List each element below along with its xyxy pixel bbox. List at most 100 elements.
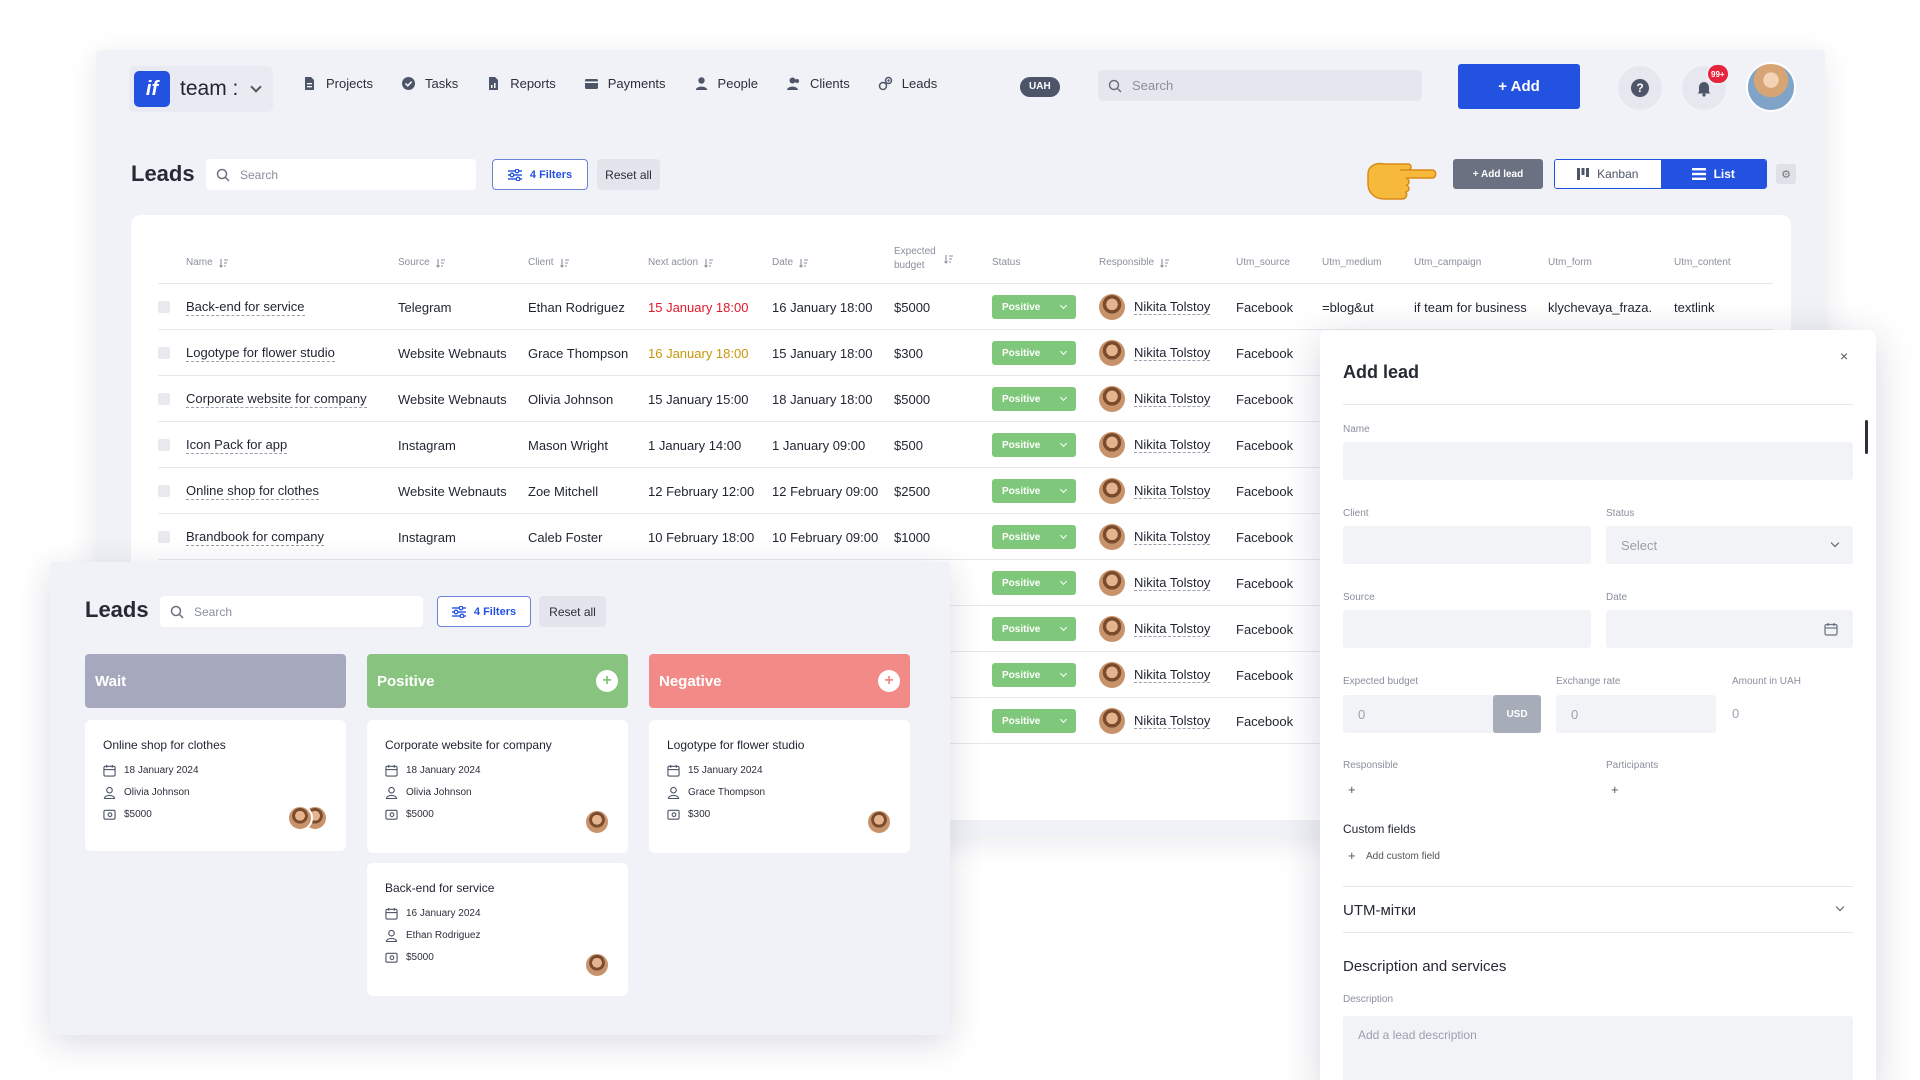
status-dropdown[interactable]: Positive <box>992 341 1076 365</box>
kanban-reset-button[interactable]: Reset all <box>539 596 606 627</box>
row-checkbox[interactable] <box>158 439 170 451</box>
responsible-name[interactable]: Nikita Tolstoy <box>1134 299 1211 315</box>
nav-item-reports[interactable]: Reports <box>486 76 556 91</box>
gear-icon[interactable]: ⚙ <box>1776 164 1796 184</box>
kanban-card[interactable]: Online shop for clothes 18 January 2024 Ol… <box>85 720 346 851</box>
cell-status: Positive <box>992 652 1076 698</box>
add-participant-icon[interactable]: + <box>1611 782 1619 797</box>
row-checkbox[interactable] <box>158 301 170 313</box>
nav-item-projects[interactable]: Projects <box>302 76 373 91</box>
workspace-switcher[interactable]: if team : <box>129 66 273 112</box>
column-header-responsible[interactable]: Responsible <box>1099 257 1170 268</box>
nav-item-clients[interactable]: Clients <box>786 76 850 91</box>
add-card-plus-icon[interactable]: + <box>596 670 618 692</box>
responsible-name[interactable]: Nikita Tolstoy <box>1134 529 1211 545</box>
date-field[interactable] <box>1606 610 1853 648</box>
add-button[interactable]: + Add <box>1458 64 1580 109</box>
kanban-card[interactable]: Logotype for flower studio 15 January 202… <box>649 720 910 853</box>
sort-icon[interactable] <box>944 254 954 264</box>
responsible-name[interactable]: Nikita Tolstoy <box>1134 621 1211 637</box>
status-select[interactable]: Select <box>1606 526 1853 564</box>
add-lead-button[interactable]: + Add lead <box>1453 159 1543 189</box>
responsible-name[interactable]: Nikita Tolstoy <box>1134 345 1211 361</box>
user-avatar[interactable] <box>1746 62 1796 112</box>
status-dropdown[interactable]: Positive <box>992 525 1076 549</box>
lead-name-link[interactable]: Corporate website for company <box>186 391 367 408</box>
responsible-name[interactable]: Nikita Tolstoy <box>1134 575 1211 591</box>
sort-icon[interactable] <box>704 258 714 268</box>
nav-item-payments[interactable]: Payments <box>584 76 666 91</box>
status-dropdown[interactable]: Positive <box>992 479 1076 503</box>
chevron-down-icon <box>1059 393 1068 402</box>
column-header-source[interactable]: Source <box>398 257 446 268</box>
table-row[interactable]: Back-end for service Telegram Ethan Rodrig… <box>158 284 1773 330</box>
responsible-name[interactable]: Nikita Tolstoy <box>1134 437 1211 453</box>
cell-status: Positive <box>992 330 1076 376</box>
cell-status: Positive <box>992 468 1076 514</box>
name-field[interactable] <box>1343 442 1853 480</box>
responsible-name[interactable]: Nikita Tolstoy <box>1134 391 1211 407</box>
column-header-client[interactable]: Client <box>528 257 570 268</box>
lead-name-link[interactable]: Logotype for flower studio <box>186 345 335 362</box>
filters-button[interactable]: 4 Filters <box>492 159 588 190</box>
kanban-filters-button[interactable]: 4 Filters <box>437 596 531 627</box>
status-dropdown[interactable]: Positive <box>992 709 1076 733</box>
list-view-button[interactable]: List <box>1660 160 1766 188</box>
source-field[interactable] <box>1343 610 1591 648</box>
lead-name-link[interactable]: Back-end for service <box>186 299 305 316</box>
add-card-plus-icon[interactable]: + <box>878 670 900 692</box>
row-checkbox[interactable] <box>158 393 170 405</box>
sort-icon[interactable] <box>799 258 809 268</box>
exchange-rate-field[interactable]: 0 <box>1556 695 1716 733</box>
responsible-name[interactable]: Nikita Tolstoy <box>1134 713 1211 729</box>
person-icon <box>667 786 688 799</box>
kanban-card-date: 16 January 2024 <box>385 907 610 920</box>
add-responsible-icon[interactable]: + <box>1348 782 1356 797</box>
responsible-name[interactable]: Nikita Tolstoy <box>1134 667 1211 683</box>
column-header-next-action[interactable]: Next action <box>648 257 714 268</box>
sort-icon[interactable] <box>1160 258 1170 268</box>
reset-filters-button[interactable]: Reset all <box>597 159 660 190</box>
row-checkbox[interactable] <box>158 485 170 497</box>
add-custom-field-link[interactable]: Add custom field <box>1366 851 1440 862</box>
sort-icon[interactable] <box>218 258 229 268</box>
status-dropdown[interactable]: Positive <box>992 295 1076 319</box>
global-search-input[interactable]: Search <box>1098 70 1422 101</box>
currency-badge[interactable]: UAH <box>1020 77 1060 97</box>
client-field[interactable] <box>1343 526 1591 564</box>
leads-search-input[interactable]: Search <box>206 159 476 190</box>
help-button[interactable]: ? <box>1618 66 1662 110</box>
status-dropdown[interactable]: Positive <box>992 663 1076 687</box>
row-checkbox[interactable] <box>158 531 170 543</box>
kanban-column-negative: Negative + <box>649 654 910 708</box>
nav-item-people[interactable]: People <box>694 76 758 91</box>
column-header-date[interactable]: Date <box>772 257 809 268</box>
avatar <box>1099 294 1125 320</box>
column-header-name[interactable]: Name <box>186 257 229 268</box>
cell-budget-value: $5000 <box>894 391 931 407</box>
kanban-search-input[interactable]: Search <box>160 596 423 627</box>
close-icon[interactable]: × <box>1840 348 1848 364</box>
status-dropdown[interactable]: Positive <box>992 617 1076 641</box>
lead-name-link[interactable]: Icon Pack for app <box>186 437 288 454</box>
row-checkbox[interactable] <box>158 347 170 359</box>
status-dropdown[interactable]: Positive <box>992 433 1076 457</box>
status-dropdown[interactable]: Positive <box>992 387 1076 411</box>
lead-name-link[interactable]: Brandbook for company <box>186 529 325 546</box>
description-field[interactable]: Add a lead description <box>1343 1016 1853 1080</box>
sort-icon[interactable] <box>435 258 446 268</box>
utm-section-toggle[interactable]: UTM-мітки <box>1343 902 1416 919</box>
column-header-expected-budget[interactable]: Expected budget <box>894 245 954 273</box>
responsible-name[interactable]: Nikita Tolstoy <box>1134 483 1211 499</box>
sort-icon[interactable] <box>559 258 570 268</box>
currency-select-button[interactable]: USD <box>1493 695 1541 733</box>
nav-item-leads[interactable]: Leads <box>878 76 937 91</box>
scrollbar[interactable] <box>1865 420 1868 454</box>
lead-name-link[interactable]: Online shop for clothes <box>186 483 319 500</box>
kanban-card[interactable]: Back-end for service 16 January 2024 Ethan… <box>367 863 628 996</box>
nav-item-tasks[interactable]: Tasks <box>401 76 458 91</box>
kanban-card[interactable]: Corporate website for company 18 January … <box>367 720 628 853</box>
kanban-view-button[interactable]: Kanban <box>1555 160 1661 188</box>
notifications-button[interactable]: 99+ <box>1682 63 1730 110</box>
status-dropdown[interactable]: Positive <box>992 571 1076 595</box>
